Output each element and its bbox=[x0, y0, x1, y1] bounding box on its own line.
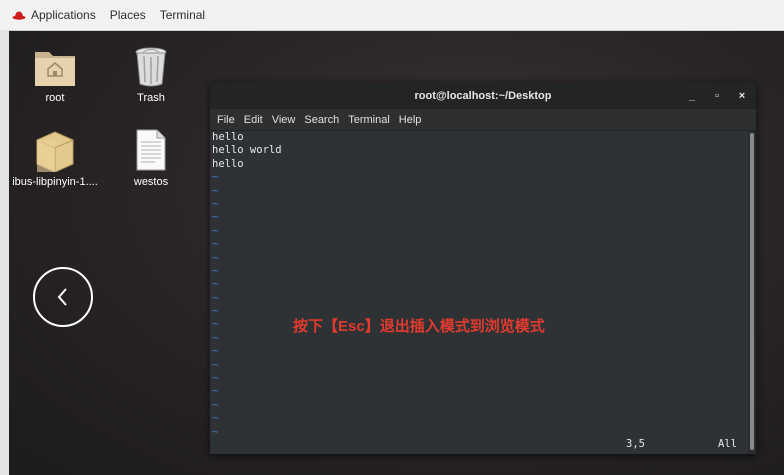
terminal-window: root@localhost:~/Desktop _ ▫ × File Edit… bbox=[210, 82, 756, 454]
tilde-line: ~ bbox=[212, 412, 219, 425]
applications-menu[interactable]: Applications bbox=[12, 8, 96, 22]
close-button[interactable]: × bbox=[731, 82, 753, 109]
tilde-line: ~ bbox=[212, 184, 219, 197]
text-line: hello bbox=[212, 157, 244, 170]
tilde-line: ~ bbox=[212, 238, 219, 251]
tilde-line: ~ bbox=[212, 372, 219, 385]
tilde-line: ~ bbox=[212, 264, 219, 277]
cursor-position: 3,5 bbox=[626, 438, 645, 450]
package-icon bbox=[36, 131, 74, 172]
tilde-line: ~ bbox=[212, 398, 219, 411]
menu-view[interactable]: View bbox=[272, 114, 296, 126]
places-menu[interactable]: Places bbox=[110, 8, 146, 22]
desktop-icon-label: ibus-libpinyin-1.... bbox=[12, 176, 98, 188]
menu-help[interactable]: Help bbox=[399, 114, 422, 126]
text-file-icon bbox=[136, 129, 166, 171]
home-folder-icon bbox=[35, 52, 75, 86]
menu-file[interactable]: File bbox=[217, 114, 235, 126]
menu-edit[interactable]: Edit bbox=[244, 114, 263, 126]
back-button[interactable] bbox=[33, 267, 93, 327]
trash-icon bbox=[135, 47, 167, 87]
desktop-icon-label: root bbox=[45, 92, 65, 104]
desktop-icon-westos[interactable]: westos bbox=[106, 124, 196, 188]
terminal-titlebar[interactable]: root@localhost:~/Desktop _ ▫ × bbox=[210, 82, 756, 109]
terminal-title: root@localhost:~/Desktop bbox=[414, 89, 552, 102]
chevron-left-icon bbox=[57, 288, 67, 306]
scrollbar-thumb[interactable] bbox=[750, 133, 754, 450]
minimize-button[interactable]: _ bbox=[681, 82, 703, 109]
redhat-icon bbox=[12, 11, 26, 20]
desktop-icon-ibus-package[interactable]: ibus-libpinyin-1.... bbox=[10, 124, 100, 188]
tilde-line: ~ bbox=[212, 197, 219, 210]
tilde-line: ~ bbox=[212, 251, 219, 264]
menu-terminal[interactable]: Terminal bbox=[348, 114, 390, 126]
desktop-icon-label: westos bbox=[133, 176, 169, 188]
scroll-status: All bbox=[718, 438, 737, 450]
left-edge bbox=[0, 30, 9, 475]
desktop-icon-trash[interactable]: Trash bbox=[106, 40, 196, 104]
tilde-line: ~ bbox=[212, 425, 219, 438]
terminal-content[interactable]: hello hello world hello ~ ~ ~ ~ ~ ~ ~ ~ ~ ~ ~ ~ ~ ~ ~ ~… bbox=[210, 131, 748, 454]
text-line: hello world bbox=[212, 144, 282, 157]
text-line: hello bbox=[212, 131, 244, 143]
tilde-line: ~ bbox=[212, 291, 219, 304]
top-bar: Applications Places Terminal bbox=[0, 0, 784, 31]
menu-search[interactable]: Search bbox=[304, 114, 339, 126]
annotation-text: 按下【Esc】退出插入模式到浏览模式 bbox=[293, 318, 545, 335]
tilde-line: ~ bbox=[212, 278, 219, 291]
tilde-line: ~ bbox=[212, 345, 219, 358]
tilde-line: ~ bbox=[212, 211, 219, 224]
maximize-button[interactable]: ▫ bbox=[706, 82, 728, 109]
desktop-icon-label: Trash bbox=[137, 92, 165, 104]
tilde-line: ~ bbox=[212, 171, 219, 184]
tilde-line: ~ bbox=[212, 385, 219, 398]
applications-label: Applications bbox=[31, 8, 96, 22]
terminal-menu[interactable]: Terminal bbox=[160, 8, 205, 22]
empty-lines: ~ ~ ~ ~ ~ ~ ~ ~ ~ ~ ~ ~ ~ ~ ~ ~ ~ ~ ~ ~ bbox=[210, 171, 748, 439]
desktop-icon-root[interactable]: root bbox=[10, 40, 100, 104]
terminal-menubar: File Edit View Search Terminal Help bbox=[210, 109, 756, 131]
tilde-line: ~ bbox=[212, 358, 219, 371]
tilde-line: ~ bbox=[212, 224, 219, 237]
scrollbar[interactable] bbox=[748, 131, 756, 454]
